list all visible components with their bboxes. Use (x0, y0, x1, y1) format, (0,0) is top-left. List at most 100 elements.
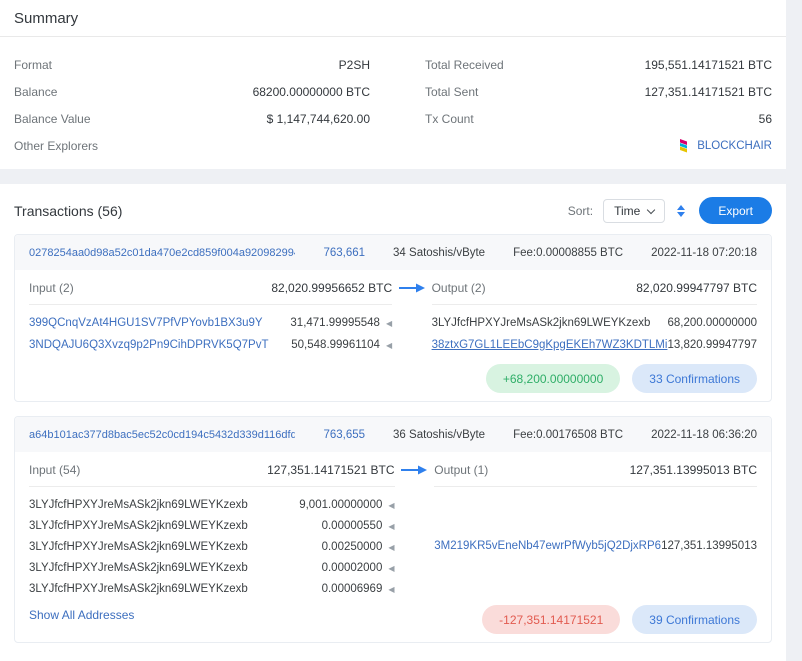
sort-desc-icon (677, 212, 685, 217)
summary-row-explorer-link: BLOCKCHAIR (425, 132, 772, 159)
right-arrow-icon (399, 283, 425, 293)
tx-fee-rate: 36 Satoshis/vByte (393, 429, 485, 441)
input-amount: 0.00002000 (322, 562, 383, 574)
tx-timestamp: 2022-11-18 06:36:20 (651, 429, 757, 441)
output-address-link[interactable]: 38ztxG7GL1LEEbC9gKpgEKEh7WZ3KDTLMi (432, 339, 668, 351)
input-address-current: 3LYJfcfHPXYJreMsASk2jkn69LWEYKzexb (29, 520, 248, 532)
input-total: 82,020.99956652 BTC (271, 281, 392, 295)
input-row: 3NDQAJU6Q3Xvzq9p2Pn9CihDPRVK5Q7PvT 50,54… (29, 334, 392, 356)
tx-count-value: 56 (759, 112, 772, 126)
input-column: Input (2) 82,020.99956652 BTC 399QCnqVzA… (29, 278, 392, 393)
tx-block-link[interactable]: 763,655 (323, 429, 365, 441)
input-amount: 9,001.00000000 (299, 499, 382, 511)
tx-hash-link[interactable]: 0278254aa0d98a52c01da470e2cd859f004a9209… (29, 247, 295, 259)
total-received-label: Total Received (425, 58, 504, 72)
output-row: 38ztxG7GL1LEEbC9gKpgEKEh7WZ3KDTLMi 13,82… (432, 334, 757, 356)
show-all-addresses-link[interactable]: Show All Addresses (29, 605, 134, 625)
input-address-current: 3LYJfcfHPXYJreMsASk2jkn69LWEYKzexb (29, 562, 248, 574)
column-divider (432, 304, 757, 305)
summary-row-other-explorers: Other Explorers (14, 132, 370, 159)
right-arrow-icon (401, 465, 427, 475)
summary-row-total-sent: Total Sent 127,351.14171521 BTC (425, 78, 772, 105)
tx-block-link[interactable]: 763,661 (323, 247, 365, 259)
input-row: 3LYJfcfHPXYJreMsASk2jkn69LWEYKzexb 0.002… (29, 536, 395, 557)
input-address-current: 3LYJfcfHPXYJreMsASk2jkn69LWEYKzexb (29, 541, 248, 553)
output-amount: 68,200.00000000 (667, 317, 757, 329)
balance-value-label: Balance Value (14, 112, 91, 126)
input-amount: 0.00000550 (322, 520, 383, 532)
input-amount: 50,548.99961104 (291, 339, 380, 351)
transaction-card: a64b101ac377d8bac5ec52c0cd194c5432d339d1… (14, 416, 772, 643)
output-label: Output (2) (432, 281, 486, 295)
chevron-down-icon (647, 205, 655, 213)
tx-fee-rate: 34 Satoshis/vByte (393, 247, 485, 259)
format-label: Format (14, 58, 52, 72)
output-row: 3M219KR5vEneNb47ewrPfWyb5jQ2DjxRP6 127,3… (434, 535, 757, 556)
other-explorers-label: Other Explorers (14, 139, 98, 153)
input-row: 3LYJfcfHPXYJreMsASk2jkn69LWEYKzexb 0.000… (29, 515, 395, 536)
transaction-body: Input (2) 82,020.99956652 BTC 399QCnqVzA… (15, 270, 771, 401)
column-divider (29, 486, 395, 487)
transaction-header: 0278254aa0d98a52c01da470e2cd859f004a9209… (15, 235, 771, 270)
summary-row-balance-value: Balance Value $ 1,147,744,620.00 (14, 105, 370, 132)
input-label: Input (54) (29, 463, 80, 477)
input-output-arrow (395, 460, 435, 634)
output-address-link[interactable]: 3M219KR5vEneNb47ewrPfWyb5jQ2DjxRP6 (434, 540, 661, 552)
summary-grid: Format P2SH Balance 68200.00000000 BTC B… (0, 37, 786, 165)
transactions-section: Transactions (56) Sort: Time Export 0278… (0, 184, 786, 661)
tx-fee: Fee:0.00008855 BTC (513, 247, 623, 259)
balance-change-badge: +68,200.00000000 (486, 364, 620, 393)
output-label: Output (1) (434, 463, 488, 477)
balance-value: 68200.00000000 BTC (253, 85, 370, 99)
sort-select[interactable]: Time (603, 199, 665, 223)
output-address-current: 3LYJfcfHPXYJreMsASk2jkn69LWEYKzexb (432, 317, 651, 329)
summary-section: Summary Format P2SH Balance 68200.000000… (0, 0, 786, 169)
output-amount: 13,820.99947797 (667, 339, 757, 351)
balance-usd-value: $ 1,147,744,620.00 (267, 112, 370, 126)
input-address-current: 3LYJfcfHPXYJreMsASk2jkn69LWEYKzexb (29, 499, 248, 511)
summary-row-balance: Balance 68200.00000000 BTC (14, 78, 370, 105)
transaction-header: a64b101ac377d8bac5ec52c0cd194c5432d339d1… (15, 417, 771, 452)
tx-timestamp: 2022-11-18 07:20:18 (651, 247, 757, 259)
input-row: 3LYJfcfHPXYJreMsASk2jkn69LWEYKzexb 9,001… (29, 494, 395, 515)
summary-row-format: Format P2SH (14, 51, 370, 78)
output-total: 82,020.99947797 BTC (636, 281, 757, 295)
transactions-title: Transactions (56) (14, 203, 568, 219)
balance-change-badge: -127,351.14171521 (482, 605, 620, 634)
column-divider (29, 304, 392, 305)
sort-direction-toggle[interactable] (677, 205, 685, 217)
blockchair-link[interactable]: BLOCKCHAIR (678, 139, 772, 153)
total-sent-value: 127,351.14171521 BTC (645, 85, 772, 99)
total-sent-label: Total Sent (425, 85, 478, 99)
output-total: 127,351.13995013 BTC (630, 463, 757, 477)
tx-count-label: Tx Count (425, 112, 474, 126)
input-total: 127,351.14171521 BTC (267, 463, 394, 477)
output-column: Output (2) 82,020.99947797 BTC 3LYJfcfHP… (432, 278, 757, 393)
confirmations-badge: 39 Confirmations (632, 605, 757, 634)
blockchair-label: BLOCKCHAIR (697, 140, 772, 152)
transaction-body: Input (54) 127,351.14171521 BTC 3LYJfcfH… (15, 452, 771, 642)
output-row: 3LYJfcfHPXYJreMsASk2jkn69LWEYKzexb 68,20… (432, 312, 757, 334)
input-amount: 0.00006969 (322, 583, 383, 595)
format-value: P2SH (339, 58, 370, 72)
input-output-arrow (392, 278, 431, 393)
input-address-link[interactable]: 399QCnqVzAt4HGU1SV7PfVPYovb1BX3u9Y (29, 317, 263, 329)
sort-asc-icon (677, 205, 685, 210)
output-amount: 127,351.13995013 (661, 540, 757, 552)
input-column: Input (54) 127,351.14171521 BTC 3LYJfcfH… (29, 460, 395, 634)
summary-row-tx-count: Tx Count 56 (425, 105, 772, 132)
summary-title: Summary (0, 10, 786, 36)
input-amount: 31,471.99995548 (290, 317, 380, 329)
sort-label: Sort: (568, 204, 593, 218)
balance-label: Balance (14, 85, 57, 99)
input-label: Input (2) (29, 281, 74, 295)
summary-row-total-received: Total Received 195,551.14171521 BTC (425, 51, 772, 78)
export-button[interactable]: Export (699, 197, 772, 224)
input-address-link[interactable]: 3NDQAJU6Q3Xvzq9p2Pn9CihDPRVK5Q7PvT (29, 339, 268, 351)
input-row: 3LYJfcfHPXYJreMsASk2jkn69LWEYKzexb 0.000… (29, 578, 395, 599)
transaction-card: 0278254aa0d98a52c01da470e2cd859f004a9209… (14, 234, 772, 402)
input-row: 3LYJfcfHPXYJreMsASk2jkn69LWEYKzexb 0.000… (29, 557, 395, 578)
transactions-toolbar: Transactions (56) Sort: Time Export (0, 184, 786, 234)
output-column: Output (1) 127,351.13995013 BTC 3M219KR5… (434, 460, 757, 634)
tx-hash-link[interactable]: a64b101ac377d8bac5ec52c0cd194c5432d339d1… (29, 429, 295, 441)
